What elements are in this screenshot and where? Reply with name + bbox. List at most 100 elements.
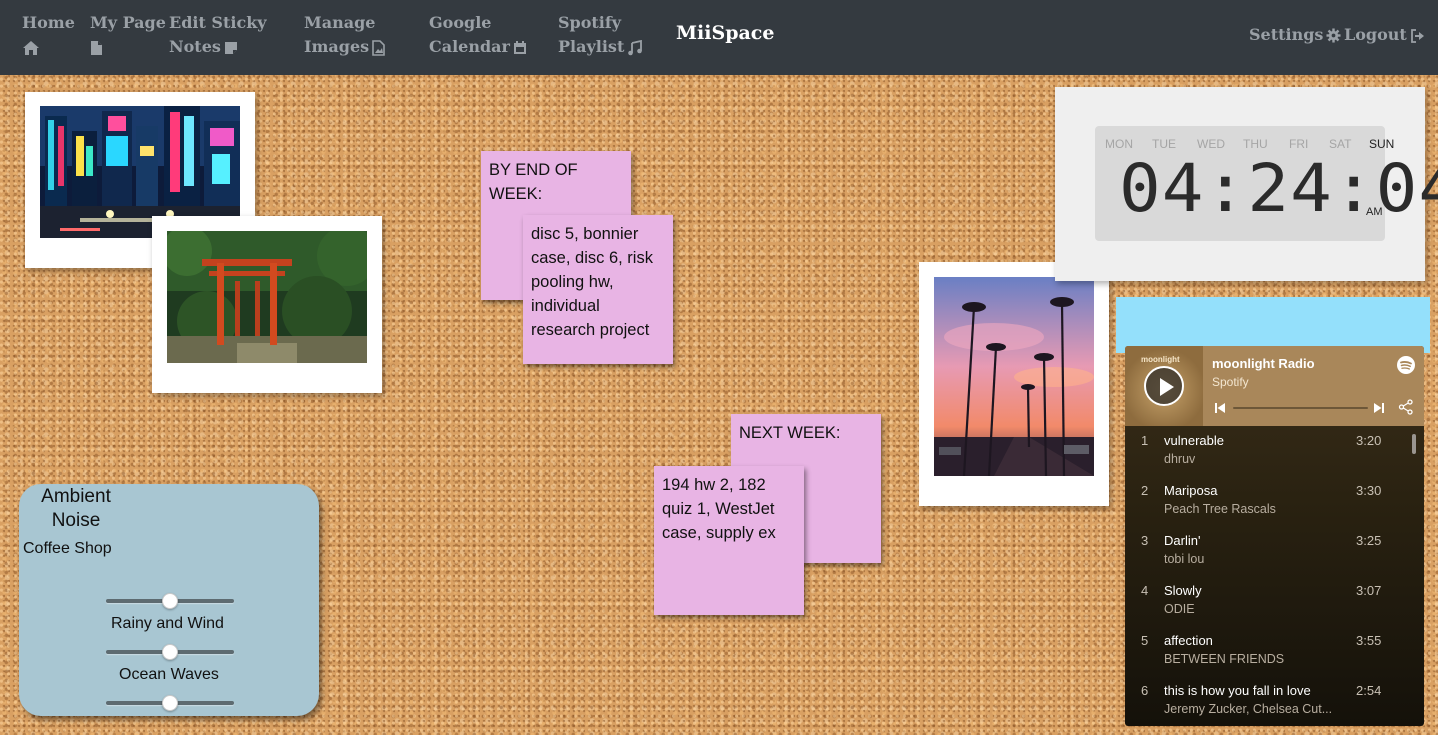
clock-face: MON TUE WED THU FRI SAT SUN 04:24:04 AM	[1095, 126, 1438, 241]
nav-google-calendar[interactable]: Google Calendar	[429, 11, 527, 59]
brand-logo[interactable]: MiiSpace	[676, 22, 774, 44]
spotify-logo-icon[interactable]	[1397, 356, 1415, 374]
clock-time: 04:24:04	[1119, 150, 1438, 227]
nav-home-label: Home	[22, 13, 75, 32]
sticky-note-this-week-tasks[interactable]: disc 5, bonnier case, disc 6, risk pooli…	[523, 215, 673, 364]
calendar-icon	[513, 40, 527, 55]
sticky-note-this-week-heading: BY END OF WEEK:	[489, 161, 578, 203]
day-thu: THU	[1243, 137, 1268, 151]
spotify-header: moonlight moonlight Radio Spotify	[1125, 346, 1424, 426]
day-fri: FRI	[1289, 137, 1309, 151]
track-list-scrollbar[interactable]	[1412, 434, 1416, 454]
file-icon	[90, 40, 103, 56]
image-file-icon	[372, 39, 385, 56]
nav-manage-images-label-2: Images	[304, 37, 370, 56]
slider-thumb[interactable]	[162, 644, 178, 660]
track-title: Darlin'	[1164, 533, 1201, 548]
track-number: 2	[1141, 483, 1149, 498]
track-number: 1	[1141, 433, 1149, 448]
gear-icon	[1326, 28, 1341, 43]
share-icon[interactable]	[1398, 399, 1414, 415]
nav-spotify-playlist-label-1: Spotify	[558, 13, 622, 32]
sticky-note-this-week-tasks-text: disc 5, bonnier case, disc 6, risk pooli…	[531, 225, 653, 339]
settings-label: Settings	[1249, 25, 1324, 44]
previous-track-icon[interactable]	[1214, 401, 1226, 413]
coffee-shop-volume-slider[interactable]	[106, 592, 234, 610]
nav-spotify-playlist-label-2: Playlist	[558, 37, 625, 56]
logout-label: Logout	[1344, 25, 1407, 44]
slider-thumb[interactable]	[162, 593, 178, 609]
playlist-cover-art: moonlight	[1125, 346, 1203, 426]
nav-manage-images-label-1: Manage	[304, 13, 376, 32]
day-sun: SUN	[1369, 137, 1395, 151]
nav-manage-images[interactable]: Manage Images	[304, 11, 385, 59]
track-row[interactable]: 1 vulnerable dhruv 3:20	[1125, 432, 1424, 482]
ambient-noise-panel: Ambient Noise Coffee Shop Rainy and Wind…	[19, 484, 319, 716]
sticky-note-icon	[224, 41, 238, 55]
track-row[interactable]: 5 affection BETWEEN FRIENDS 3:55	[1125, 632, 1424, 682]
home-icon	[22, 40, 40, 56]
palm-trees-sunset-photo	[934, 277, 1094, 476]
track-row[interactable]: 2 Mariposa Peach Tree Rascals 3:30	[1125, 482, 1424, 532]
sticky-note-next-week-heading: NEXT WEEK:	[739, 424, 841, 442]
cover-art-label: moonlight	[1141, 355, 1180, 364]
track-title: Mariposa	[1164, 483, 1218, 498]
track-row[interactable]: 4 Slowly ODIE 3:07	[1125, 582, 1424, 632]
nav-spotify-playlist[interactable]: Spotify Playlist	[558, 11, 643, 59]
slider-thumb[interactable]	[162, 695, 178, 711]
nav-my-page-label: My Page	[90, 13, 166, 32]
nav-google-calendar-label-1: Google	[429, 13, 492, 32]
settings-link[interactable]: Settings	[1249, 23, 1341, 47]
nav-edit-sticky-label-1: Edit Sticky	[169, 13, 267, 32]
music-icon	[627, 39, 643, 56]
track-artist: tobi lou	[1164, 552, 1205, 566]
sticky-note-next-week-tasks-text: 194 hw 2, 182 quiz 1, WestJet case, supp…	[662, 476, 776, 542]
top-navbar: Home My Page Edit Sticky Notes Manage Im…	[0, 0, 1438, 75]
track-duration: 3:25	[1356, 533, 1382, 548]
playlist-owner[interactable]: Spotify	[1212, 375, 1249, 389]
spotify-embed: moonlight moonlight Radio Spotify 1 vuln…	[1125, 346, 1424, 726]
nav-edit-sticky-label-2: Notes	[169, 37, 221, 56]
clock-ampm: AM	[1366, 206, 1383, 218]
track-title: affection	[1164, 633, 1213, 648]
rainy-and-wind-volume-slider[interactable]	[106, 643, 234, 661]
track-artist: Peach Tree Rascals	[1164, 502, 1276, 516]
nav-edit-sticky-notes[interactable]: Edit Sticky Notes	[169, 11, 267, 59]
playlist-title[interactable]: moonlight Radio	[1212, 356, 1315, 371]
torii-gate-photo	[167, 231, 367, 363]
track-artist: dhruv	[1164, 452, 1196, 466]
ocean-waves-volume-slider[interactable]	[106, 694, 234, 712]
polaroid-palm-trees[interactable]	[919, 262, 1109, 506]
track-artist: ODIE	[1164, 602, 1195, 616]
nav-home[interactable]: Home	[22, 11, 75, 59]
track-artist: Jeremy Zucker, Chelsea Cut...	[1164, 702, 1333, 716]
track-row[interactable]: 3 Darlin' tobi lou 3:25	[1125, 532, 1424, 582]
track-title: Slowly	[1164, 583, 1202, 598]
coffee-shop-label: Coffee Shop	[23, 540, 112, 557]
polaroid-torii[interactable]	[152, 216, 382, 393]
accent-strip	[1116, 297, 1430, 353]
day-sat: SAT	[1329, 137, 1352, 151]
track-number: 6	[1141, 683, 1149, 698]
nav-google-calendar-label-2: Calendar	[429, 37, 510, 56]
track-duration: 3:07	[1356, 583, 1382, 598]
track-number: 3	[1141, 533, 1149, 548]
day-wed: WED	[1197, 137, 1225, 151]
ambient-noise-title: Ambient Noise	[41, 486, 111, 531]
play-button[interactable]	[1144, 366, 1184, 406]
sticky-note-next-week-tasks[interactable]: 194 hw 2, 182 quiz 1, WestJet case, supp…	[654, 466, 804, 615]
track-title: vulnerable	[1164, 433, 1224, 448]
clock-widget: MON TUE WED THU FRI SAT SUN 04:24:04 AM	[1055, 87, 1438, 281]
track-duration: 3:30	[1356, 483, 1382, 498]
nav-my-page[interactable]: My Page	[90, 11, 166, 59]
logout-link[interactable]: Logout	[1344, 23, 1425, 47]
sign-out-icon	[1410, 28, 1425, 43]
track-title: this is how you fall in love	[1164, 683, 1311, 698]
playback-progress-bar[interactable]	[1233, 407, 1368, 409]
ocean-waves-label: Ocean Waves	[119, 666, 219, 683]
day-tue: TUE	[1152, 137, 1176, 151]
track-duration: 3:20	[1356, 433, 1382, 448]
track-row[interactable]: 6 this is how you fall in love Jeremy Zu…	[1125, 682, 1424, 726]
day-mon: MON	[1105, 137, 1133, 151]
next-track-icon[interactable]	[1373, 401, 1385, 413]
